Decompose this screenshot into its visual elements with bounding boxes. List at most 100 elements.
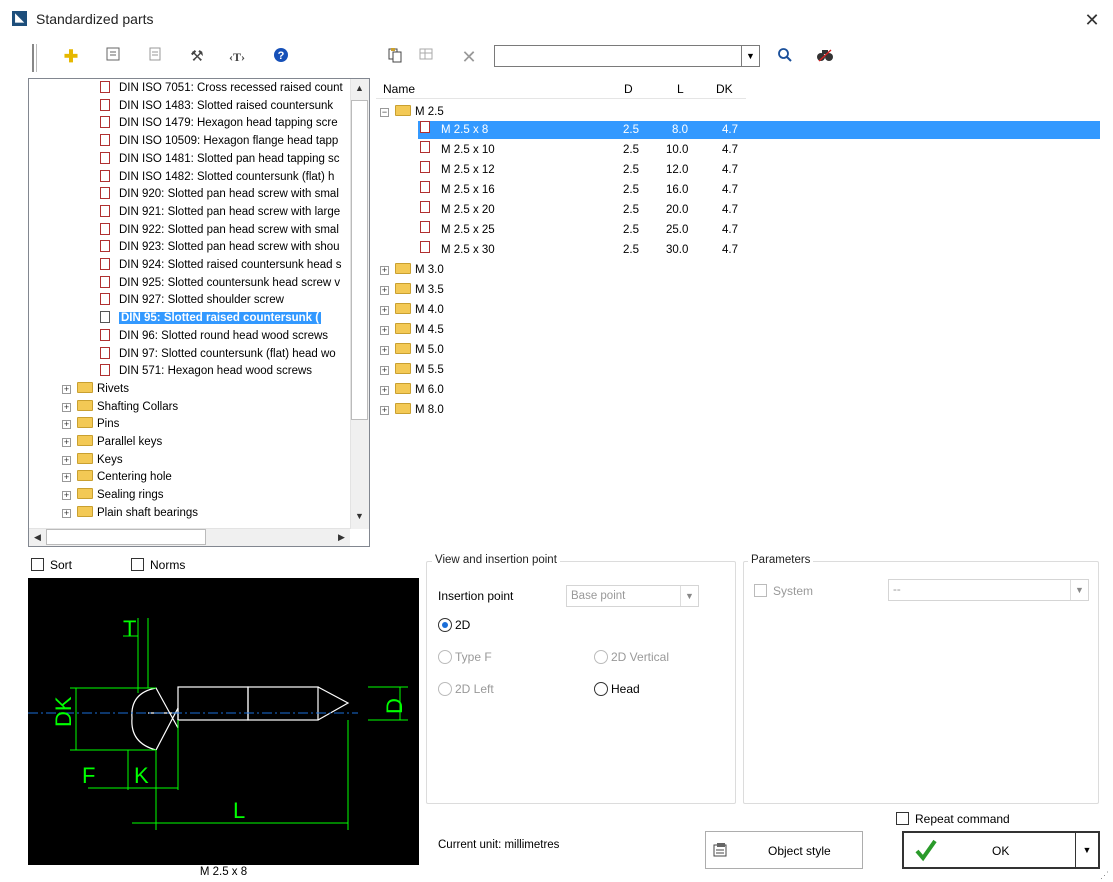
- tree-item[interactable]: DIN ISO 7051: Cross recessed raised coun…: [100, 79, 343, 97]
- tree-item[interactable]: DIN 925: Slotted countersunk head screw …: [100, 274, 340, 292]
- binoculars-icon[interactable]: [814, 47, 836, 67]
- expand-icon[interactable]: +: [380, 306, 389, 315]
- size-group[interactable]: + M 5.0: [380, 341, 444, 359]
- text-icon[interactable]: ‹T›: [226, 47, 248, 67]
- column-l[interactable]: L: [677, 82, 684, 96]
- tree-folder[interactable]: + Shafting Collars: [62, 398, 178, 416]
- list-icon[interactable]: [144, 47, 166, 67]
- tree-scroll-thumb[interactable]: [351, 100, 368, 420]
- size-group[interactable]: + M 6.0: [380, 381, 444, 399]
- help-icon[interactable]: ?: [270, 47, 292, 67]
- radio-head[interactable]: Head: [594, 682, 640, 696]
- column-d[interactable]: D: [624, 82, 633, 96]
- size-group[interactable]: + M 3.5: [380, 281, 444, 299]
- collapse-icon[interactable]: −: [380, 108, 389, 117]
- expand-icon[interactable]: +: [62, 402, 71, 412]
- row-dk: 4.7: [722, 164, 738, 176]
- expand-icon[interactable]: +: [380, 366, 389, 375]
- expand-icon[interactable]: +: [380, 386, 389, 395]
- radio-2d[interactable]: 2D: [438, 618, 470, 632]
- table-row[interactable]: M 2.5 x 25 2.5 25.0 4.7: [380, 221, 760, 239]
- radio-head-dot[interactable]: [594, 682, 608, 696]
- column-name[interactable]: Name: [383, 82, 415, 96]
- copy-icon[interactable]: [384, 47, 406, 67]
- size-group[interactable]: − M 2.5: [380, 103, 444, 121]
- expand-icon[interactable]: +: [380, 406, 389, 415]
- scroll-down-icon[interactable]: ▼: [351, 508, 368, 525]
- sort-checkbox[interactable]: Sort: [31, 558, 72, 572]
- expand-icon[interactable]: +: [380, 346, 389, 355]
- tree-item[interactable]: DIN 922: Slotted pan head screw with sma…: [100, 221, 339, 239]
- norms-checkbox[interactable]: Norms: [131, 558, 185, 572]
- tree-item[interactable]: DIN 571: Hexagon head wood screws: [100, 362, 312, 380]
- size-group[interactable]: + M 3.0: [380, 261, 444, 279]
- tree-item[interactable]: DIN ISO 1481: Slotted pan head tapping s…: [100, 150, 340, 168]
- tree-item[interactable]: DIN 921: Slotted pan head screw with lar…: [100, 203, 340, 221]
- ok-dropdown-icon[interactable]: ▼: [1075, 833, 1098, 867]
- tree-item[interactable]: DIN ISO 10509: Hexagon flange head tapp: [100, 132, 338, 150]
- expand-icon[interactable]: +: [62, 384, 71, 394]
- tree-item[interactable]: DIN 920: Slotted pan head screw with sma…: [100, 185, 339, 203]
- table-row[interactable]: M 2.5 x 12 2.5 12.0 4.7: [380, 161, 760, 179]
- size-group[interactable]: + M 8.0: [380, 401, 444, 419]
- tree-item[interactable]: DIN ISO 1479: Hexagon head tapping scre: [100, 114, 338, 132]
- search-combo[interactable]: ▼: [494, 45, 760, 67]
- scroll-left-icon[interactable]: ◀: [29, 529, 46, 546]
- tree-item[interactable]: DIN ISO 1482: Slotted countersunk (flat)…: [100, 168, 334, 186]
- expand-icon[interactable]: +: [62, 438, 71, 447]
- expand-icon[interactable]: +: [62, 455, 71, 465]
- expand-icon[interactable]: +: [380, 286, 389, 295]
- tree-folder[interactable]: + Centering hole: [62, 468, 172, 486]
- repeat-command-checkbox[interactable]: Repeat command: [896, 812, 1010, 826]
- ok-button[interactable]: OK ▼: [902, 831, 1100, 869]
- tree-folder[interactable]: + Plain shaft bearings: [62, 504, 198, 522]
- size-group[interactable]: + M 4.0: [380, 301, 444, 319]
- properties-icon[interactable]: [102, 47, 124, 67]
- chevron-down-icon[interactable]: ▼: [741, 46, 759, 66]
- table-row[interactable]: M 2.5 x 10 2.5 10.0 4.7: [380, 141, 760, 159]
- size-group[interactable]: + M 5.5: [380, 361, 444, 379]
- search-icon[interactable]: [774, 47, 796, 67]
- toolbar-grip[interactable]: [32, 44, 37, 72]
- table-icon[interactable]: [415, 47, 437, 67]
- column-dk[interactable]: DK: [716, 82, 733, 96]
- close-icon[interactable]: ✕: [1082, 10, 1102, 31]
- scroll-up-icon[interactable]: ▲: [351, 80, 368, 97]
- size-group[interactable]: + M 4.5: [380, 321, 444, 339]
- radio-2d-dot[interactable]: [438, 618, 452, 632]
- table-row[interactable]: M 2.5 x 20 2.5 20.0 4.7: [380, 201, 760, 219]
- tree-hscroll-thumb[interactable]: [46, 529, 206, 545]
- table-row[interactable]: M 2.5 x 16 2.5 16.0 4.7: [380, 181, 760, 199]
- resize-grip-icon[interactable]: ⋰: [1100, 870, 1109, 881]
- table-row[interactable]: M 2.5 x 30 2.5 30.0 4.7: [380, 241, 760, 259]
- delete-icon[interactable]: ✕: [458, 47, 480, 67]
- tree-folder[interactable]: + Sealing rings: [62, 486, 163, 504]
- tree-item[interactable]: DIN 924: Slotted raised countersunk head…: [100, 256, 341, 274]
- tree-folder[interactable]: + Pins: [62, 415, 119, 433]
- search-input[interactable]: [495, 46, 735, 66]
- dim-f: F: [82, 763, 95, 788]
- object-style-button[interactable]: Object style: [705, 831, 863, 869]
- expand-icon[interactable]: +: [380, 326, 389, 335]
- tree-item-selected[interactable]: DIN 95: Slotted raised countersunk (: [100, 309, 322, 327]
- sort-checkbox-box[interactable]: [31, 558, 44, 571]
- tree-item[interactable]: DIN 923: Slotted pan head screw with sho…: [100, 238, 340, 256]
- tree-item[interactable]: DIN ISO 1483: Slotted raised countersunk: [100, 97, 333, 115]
- tree-item[interactable]: DIN 96: Slotted round head wood screws: [100, 327, 328, 345]
- expand-icon[interactable]: +: [62, 491, 71, 501]
- tools-icon[interactable]: ⚒: [186, 47, 208, 67]
- repeat-checkbox-box[interactable]: [896, 812, 909, 825]
- tree-folder[interactable]: + Parallel keys: [62, 433, 162, 451]
- expand-icon[interactable]: +: [62, 508, 71, 518]
- expand-icon[interactable]: +: [62, 420, 71, 430]
- table-row[interactable]: M 2.5 x 8 2.5 8.0 4.7: [418, 121, 1100, 139]
- add-part-icon[interactable]: ✚: [60, 47, 82, 67]
- tree-folder[interactable]: + Keys: [62, 451, 123, 469]
- norms-checkbox-box[interactable]: [131, 558, 144, 571]
- tree-item[interactable]: DIN 927: Slotted shoulder screw: [100, 291, 284, 309]
- tree-item[interactable]: DIN 97: Slotted countersunk (flat) head …: [100, 345, 336, 363]
- expand-icon[interactable]: +: [380, 266, 389, 275]
- expand-icon[interactable]: +: [62, 473, 71, 483]
- scroll-right-icon[interactable]: ▶: [333, 529, 350, 546]
- tree-folder[interactable]: + Rivets: [62, 380, 129, 398]
